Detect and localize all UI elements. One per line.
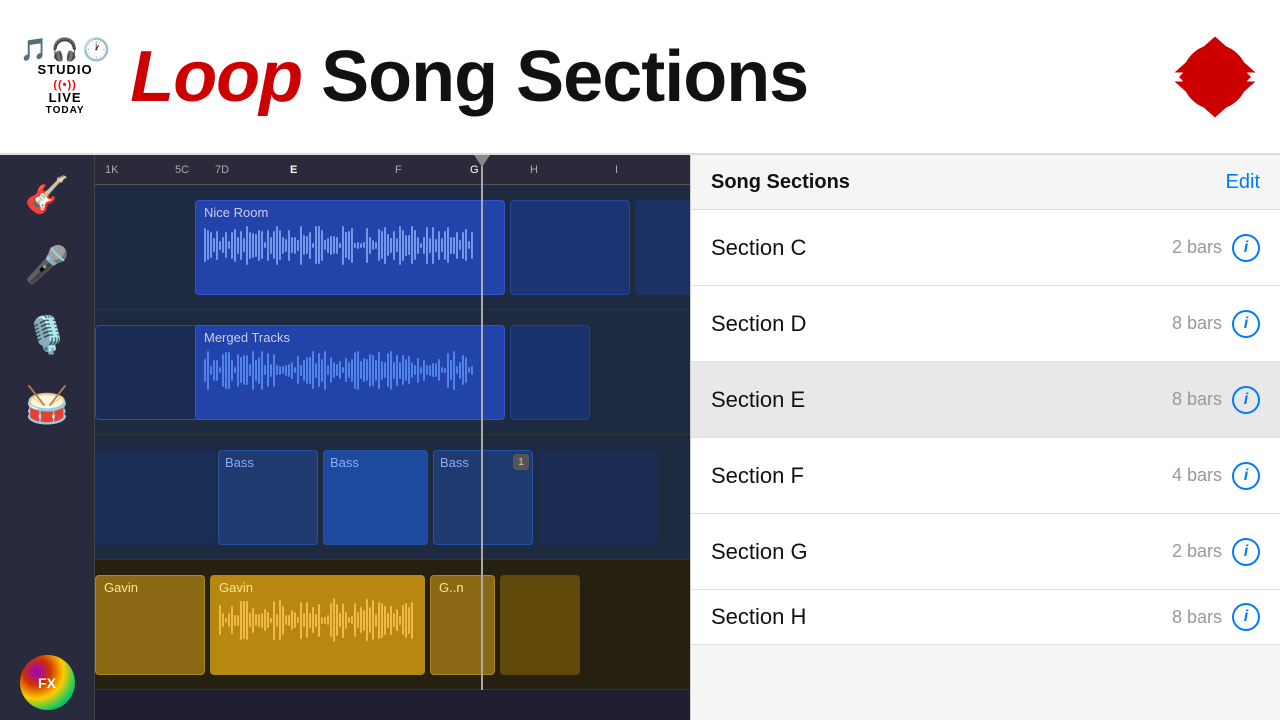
header: 🎵 🎧 🕐 STUDIO ((•)) LIVE TODAY Loop Song … <box>0 0 1280 155</box>
bass-block-1[interactable]: Bass <box>218 450 318 545</box>
bass-block-2[interactable]: Bass <box>323 450 428 545</box>
marker-h: H <box>530 164 538 176</box>
section-bars: 2 bars <box>1172 541 1222 562</box>
marker-5c: 5C <box>175 164 189 176</box>
section-row-section-e[interactable]: Section E 8 bars i <box>691 362 1280 438</box>
merged-block-3 <box>510 325 590 420</box>
section-right: 2 bars i <box>1172 538 1260 566</box>
gavin-partial-block: G..n <box>430 575 495 675</box>
nice-room-block[interactable]: Nice Room <box>195 200 505 295</box>
logo-text: STUDIO ((•)) LIVE TODAY <box>38 63 93 117</box>
sections-list: Section C2 barsiSection D8 barsiSection … <box>691 210 1280 720</box>
marker-i: I <box>615 164 618 176</box>
sidebar: 🎸 🎤 🎙️ 🥁 FX <box>0 155 95 720</box>
bass-badge: 1 <box>513 454 529 470</box>
bass-block-3[interactable]: Bass 1 <box>433 450 533 545</box>
bass-label-1: Bass <box>225 455 254 470</box>
title-rest: Song Sections <box>321 37 808 117</box>
section-name: Section D <box>711 311 806 337</box>
logo-radio: ((•)) <box>53 79 77 91</box>
section-right: 4 bars i <box>1172 462 1260 490</box>
sections-panel-title: Song Sections <box>711 171 850 194</box>
section-bars: 4 bars <box>1172 465 1222 486</box>
merged-waveform <box>204 350 496 390</box>
logo-icons: 🎵 🎧 🕐 <box>20 37 110 63</box>
drums-icon: 🥁 <box>17 375 77 435</box>
section-right: 8 bars i <box>1172 603 1260 631</box>
main-area: 🎸 🎤 🎙️ 🥁 FX 1K 5C 7D E F G H I J L + <box>0 155 1280 720</box>
logo-today: TODAY <box>38 105 93 116</box>
nice-room-waveform <box>204 225 496 265</box>
gavin-after-block <box>500 575 580 675</box>
logo-area: 🎵 🎧 🕐 STUDIO ((•)) LIVE TODAY <box>20 37 110 117</box>
marker-7d: 7D <box>215 164 229 176</box>
page-title: Loop Song Sections <box>130 36 1260 118</box>
gavin-label-3: G..n <box>439 580 464 595</box>
section-name: Section H <box>711 604 806 630</box>
section-right: 2 bars i <box>1172 234 1260 262</box>
mic-icon: 🎤 <box>17 235 77 295</box>
bass-after-block <box>538 450 658 545</box>
clock-icon: 🕐 <box>83 37 110 63</box>
section-bars: 8 bars <box>1172 389 1222 410</box>
info-icon[interactable]: i <box>1232 386 1260 414</box>
bass-pre-block <box>95 450 215 545</box>
section-row-section-h[interactable]: Section H 8 bars i <box>691 590 1280 645</box>
section-name: Section E <box>711 387 805 413</box>
section-row-section-d[interactable]: Section D 8 bars i <box>691 286 1280 362</box>
section-row-section-f[interactable]: Section F 4 bars i <box>691 438 1280 514</box>
logo-studio: STUDIO <box>38 63 93 77</box>
mic2-icon: 🎙️ <box>17 305 77 365</box>
playhead-triangle <box>474 155 490 167</box>
marker-1k: 1K <box>105 164 118 176</box>
info-icon[interactable]: i <box>1232 462 1260 490</box>
section-bars: 8 bars <box>1172 607 1222 628</box>
section-name: Section C <box>711 235 806 261</box>
merged-label: Merged Tracks <box>204 330 290 345</box>
gavin-label-2: Gavin <box>219 580 253 595</box>
gavin-waveform <box>219 600 416 640</box>
title-loop: Loop <box>130 37 321 117</box>
section-right: 8 bars i <box>1172 310 1260 338</box>
nice-room-label: Nice Room <box>204 205 268 220</box>
marker-f: F <box>395 164 402 176</box>
info-icon[interactable]: i <box>1232 310 1260 338</box>
section-bars: 8 bars <box>1172 313 1222 334</box>
info-icon[interactable]: i <box>1232 234 1260 262</box>
playhead <box>481 155 483 690</box>
vinyl-icon: 🎵 <box>20 37 47 63</box>
gavin-label-1: Gavin <box>104 580 138 595</box>
merged-block-2[interactable]: Merged Tracks <box>195 325 505 420</box>
refresh-icon <box>1170 32 1260 122</box>
nice-room-block-2 <box>510 200 630 295</box>
section-right: 8 bars i <box>1172 386 1260 414</box>
section-name: Section G <box>711 539 808 565</box>
gavin-pre-block: Gavin <box>95 575 205 675</box>
section-row-section-c[interactable]: Section C 2 bars i <box>691 210 1280 286</box>
info-icon[interactable]: i <box>1232 538 1260 566</box>
guitar-icon: 🎸 <box>17 165 77 225</box>
gavin-active-block[interactable]: Gavin <box>210 575 425 675</box>
bass-label-2: Bass <box>330 455 359 470</box>
edit-button[interactable]: Edit <box>1226 171 1260 194</box>
marker-e: E <box>290 164 297 176</box>
section-bars: 2 bars <box>1172 237 1222 258</box>
logo-live: LIVE <box>38 91 93 105</box>
fx-button[interactable]: FX <box>20 655 75 710</box>
headphones-icon: 🎧 <box>51 37 78 63</box>
section-row-section-g[interactable]: Section G 2 bars i <box>691 514 1280 590</box>
bass-label-3: Bass <box>440 455 469 470</box>
sections-panel: Song Sections Edit Section C2 barsiSecti… <box>690 155 1280 720</box>
sections-header: Song Sections Edit <box>691 155 1280 210</box>
info-icon[interactable]: i <box>1232 603 1260 631</box>
section-name: Section F <box>711 463 804 489</box>
